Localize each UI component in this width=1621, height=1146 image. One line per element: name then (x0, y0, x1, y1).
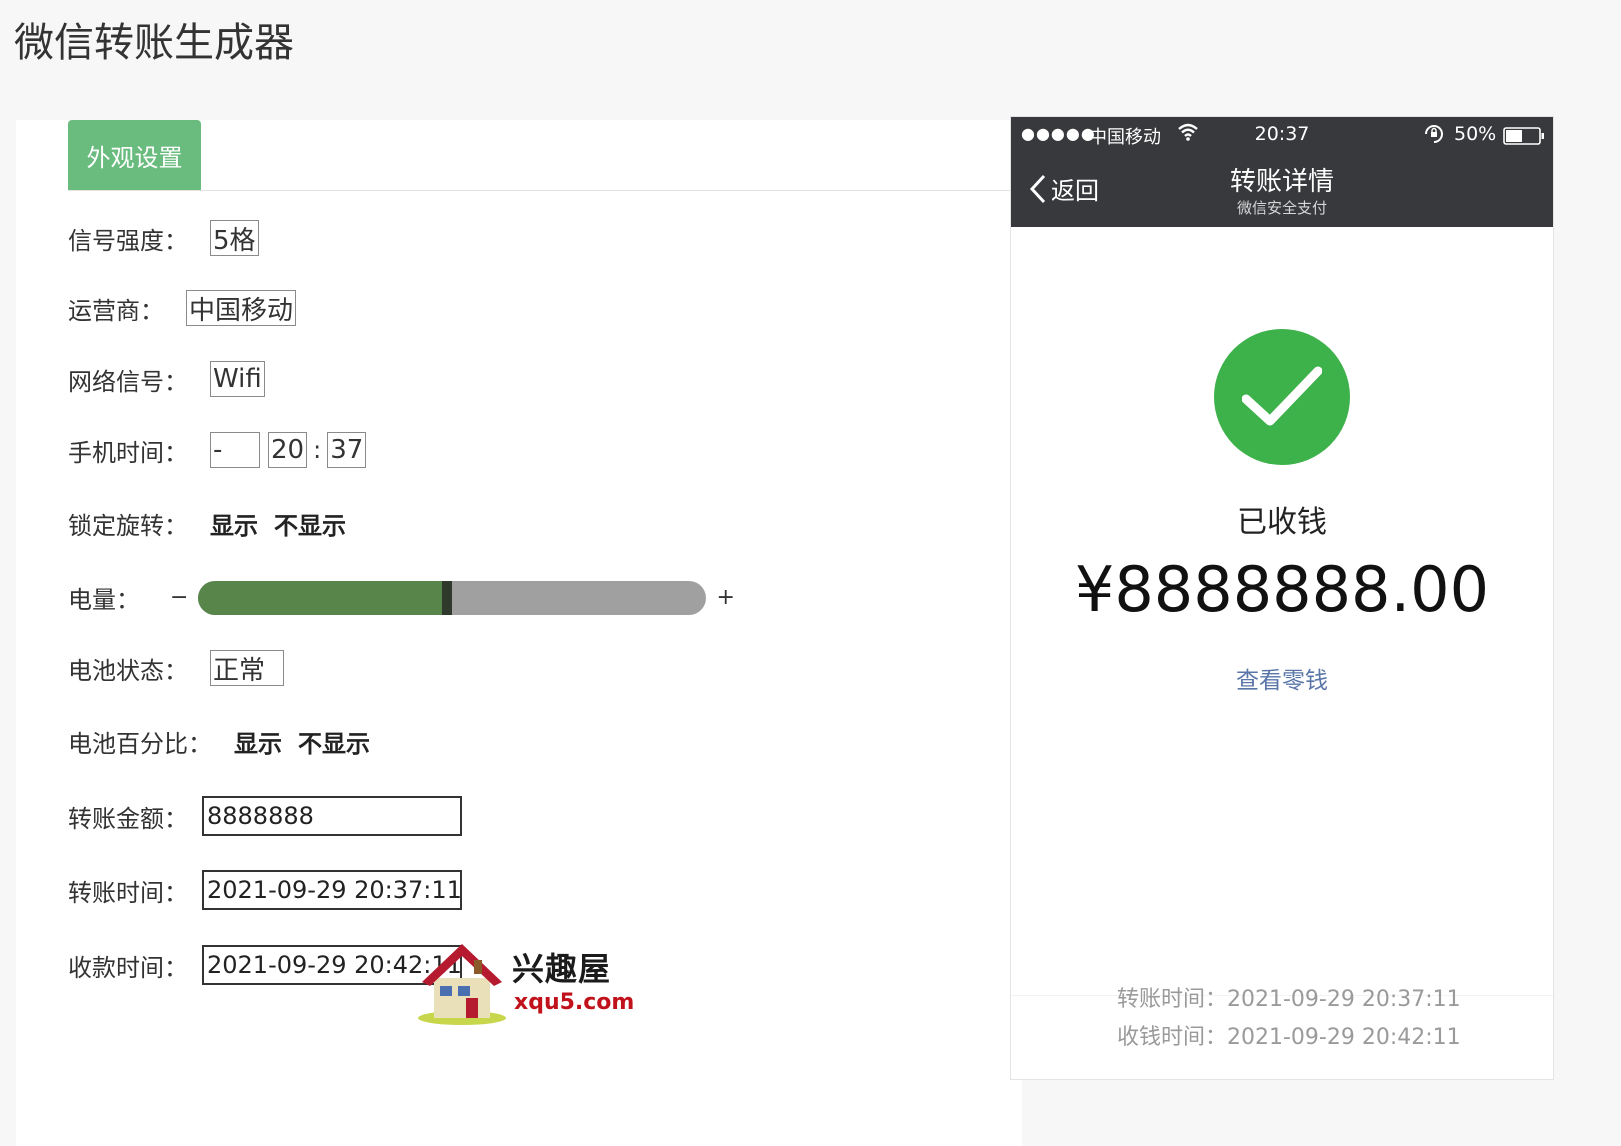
phone-time-row: 手机时间： - 20 : 37 (68, 432, 367, 468)
time-colon: : (313, 436, 322, 464)
signal-select[interactable]: 5格 (210, 220, 259, 256)
signal-label: 信号强度： (68, 226, 188, 255)
phone-preview: ●●●●● 中国移动 20:37 50% 返回 转账详情 微信安全支付 已收钱 … (1010, 116, 1554, 1080)
page-title: 微信转账生成器 (14, 20, 294, 66)
battery-slider[interactable]: − + (170, 580, 735, 615)
tab-bar: 外观设置 (68, 120, 1011, 191)
battery-icon (1503, 127, 1545, 150)
phone-nav-bar: 返回 转账详情 微信安全支付 (1011, 153, 1553, 227)
network-select[interactable]: Wifi (210, 361, 265, 397)
network-label: 网络信号： (68, 367, 188, 396)
carrier-label: 运营商： (68, 296, 164, 325)
battery-slider-handle[interactable] (442, 580, 453, 615)
footer-receive-time: 收钱时间：2021-09-29 20:42:11 (1117, 1025, 1461, 1050)
lock-rotation-row: 锁定旋转： 显示 不显示 (68, 506, 362, 541)
check-icon (1242, 366, 1322, 426)
battery-status-row: 电池状态： 正常 (68, 650, 284, 686)
received-amount: ¥8888888.00 (1074, 553, 1490, 626)
amount-row: 转账金额： 8888888 (68, 796, 462, 836)
receive-time-row: 收款时间： 2021-09-29 20:42:11 (68, 945, 462, 985)
battery-slider-fill (198, 580, 453, 615)
transfer-time-row: 转账时间： 2021-09-29 20:37:11 (68, 870, 462, 910)
watermark-title: 兴趣屋 (512, 950, 612, 988)
minute-input[interactable]: 37 (327, 432, 367, 468)
nav-subtitle: 微信安全支付 (1236, 199, 1327, 217)
house-logo-icon (418, 944, 506, 1025)
battery-status-label: 电池状态： (68, 656, 188, 685)
watermark-url: xqu5.com (514, 990, 635, 1015)
battery-percent-show-option[interactable]: 显示 (234, 724, 282, 759)
battery-status-select[interactable]: 正常 (210, 650, 284, 686)
battery-label: 电量： (68, 586, 140, 614)
lock-rotation-hide-option[interactable]: 不显示 (274, 506, 346, 541)
battery-row: 电量： − + (68, 580, 735, 615)
status-battery-percent: 50% (1454, 123, 1497, 145)
ampm-select[interactable]: - (210, 432, 260, 468)
lock-rotation-label: 锁定旋转： (68, 512, 188, 540)
signal-row: 信号强度： 5格 (68, 220, 259, 256)
watermark-logo: 兴趣屋 xqu5.com (416, 940, 634, 1030)
battery-decrease-button[interactable]: − (170, 585, 188, 610)
amount-label: 转账金额： (68, 804, 188, 833)
transfer-time-label: 转账时间： (68, 878, 188, 907)
received-status: 已收钱 (1237, 505, 1327, 540)
amount-input[interactable]: 8888888 (202, 796, 462, 836)
receive-time-label: 收款时间： (68, 953, 188, 982)
battery-percent-label: 电池百分比： (68, 730, 212, 758)
battery-percent-hide-option[interactable]: 不显示 (298, 724, 370, 759)
battery-increase-button[interactable]: + (716, 585, 734, 610)
phone-time-label: 手机时间： (68, 438, 188, 467)
hour-input[interactable]: 20 (268, 432, 308, 468)
battery-slider-track[interactable] (198, 580, 707, 615)
carrier-row: 运营商： 中国移动 (68, 290, 297, 326)
phone-status-bar: ●●●●● 中国移动 20:37 50% (1011, 117, 1553, 153)
lock-rotation-show-option[interactable]: 显示 (210, 506, 258, 541)
footer-transfer-time: 转账时间：2021-09-29 20:37:11 (1117, 987, 1461, 1012)
battery-percent-row: 电池百分比： 显示 不显示 (68, 724, 386, 759)
transfer-time-input[interactable]: 2021-09-29 20:37:11 (202, 870, 462, 910)
carrier-input[interactable]: 中国移动 (186, 290, 297, 326)
network-row: 网络信号： Wifi (68, 361, 265, 397)
success-badge (1214, 329, 1350, 465)
nav-title: 转账详情 (1229, 167, 1334, 197)
view-change-link[interactable]: 查看零钱 (1011, 661, 1553, 695)
rotation-lock-icon (1423, 123, 1445, 150)
tab-appearance-settings[interactable]: 外观设置 (68, 120, 201, 190)
